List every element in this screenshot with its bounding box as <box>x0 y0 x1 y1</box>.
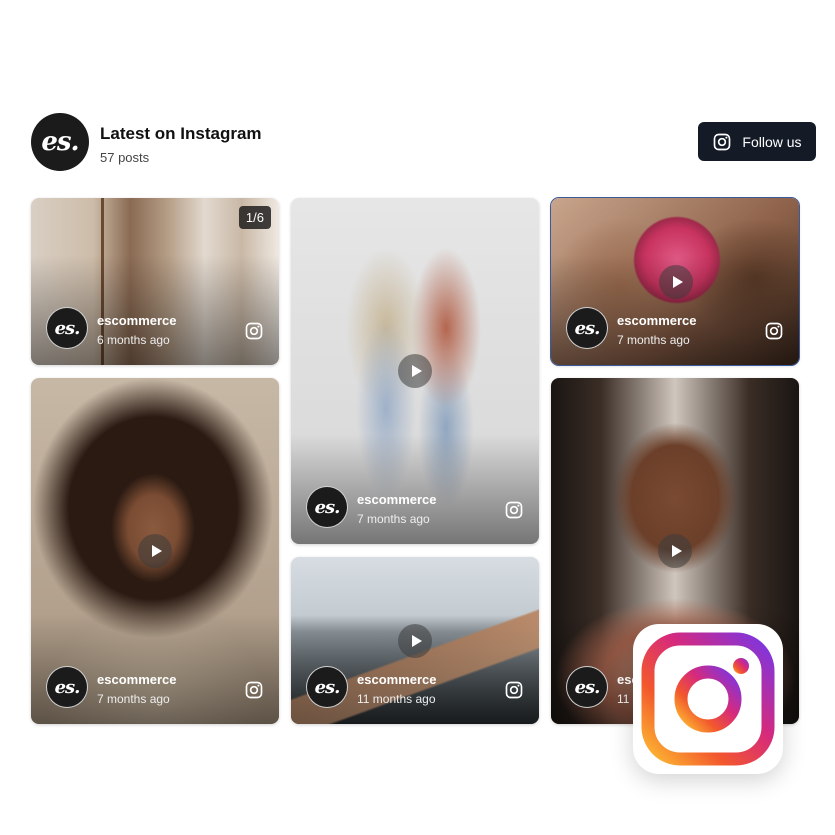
post-card[interactable]: es. escommerce 7 months ago <box>550 197 800 366</box>
play-icon[interactable] <box>659 265 693 299</box>
avatar: es. <box>46 666 88 708</box>
play-icon[interactable] <box>398 624 432 658</box>
brand-logo[interactable]: es. <box>31 113 89 171</box>
post-time: 11 months ago <box>357 692 436 706</box>
post-time: 7 months ago <box>617 333 690 347</box>
post-card[interactable]: es. escommerce 11 months ago <box>291 557 539 724</box>
instagram-icon[interactable] <box>504 680 524 700</box>
instagram-icon[interactable] <box>244 680 264 700</box>
avatar: es. <box>306 666 348 708</box>
instagram-app-icon <box>633 624 783 774</box>
post-author: escommerce <box>617 313 697 328</box>
carousel-counter: 1/6 <box>238 206 271 229</box>
post-time: 7 months ago <box>357 512 430 526</box>
instagram-icon[interactable] <box>764 321 784 341</box>
avatar: es. <box>306 486 348 528</box>
feed-title: Latest on Instagram <box>100 124 262 143</box>
avatar: es. <box>566 307 608 349</box>
post-time: 7 months ago <box>97 692 170 706</box>
post-time: 6 months ago <box>97 333 170 347</box>
avatar: es. <box>566 666 608 708</box>
instagram-icon[interactable] <box>244 321 264 341</box>
post-card[interactable]: 1/6 es. escommerce 6 months ago <box>31 198 279 365</box>
feed-header: es. Latest on Instagram 57 posts Follow … <box>31 113 821 171</box>
posts-count: 57 posts <box>100 150 150 165</box>
avatar: es. <box>46 307 88 349</box>
post-author: escommerce <box>97 672 177 687</box>
instagram-logo-icon <box>641 632 775 766</box>
play-icon[interactable] <box>398 354 432 388</box>
play-icon[interactable] <box>658 534 692 568</box>
instagram-icon[interactable] <box>504 500 524 520</box>
instagram-icon <box>714 133 731 150</box>
post-card[interactable]: es. escommerce 7 months ago <box>31 378 279 724</box>
post-author: escommerce <box>357 672 437 687</box>
play-icon[interactable] <box>138 534 172 568</box>
post-author: escommerce <box>97 313 177 328</box>
post-author: escommerce <box>357 492 437 507</box>
follow-us-label: Follow us <box>742 133 802 150</box>
follow-us-button[interactable]: Follow us <box>698 122 816 161</box>
post-card[interactable]: es. escommerce 7 months ago <box>291 198 539 544</box>
